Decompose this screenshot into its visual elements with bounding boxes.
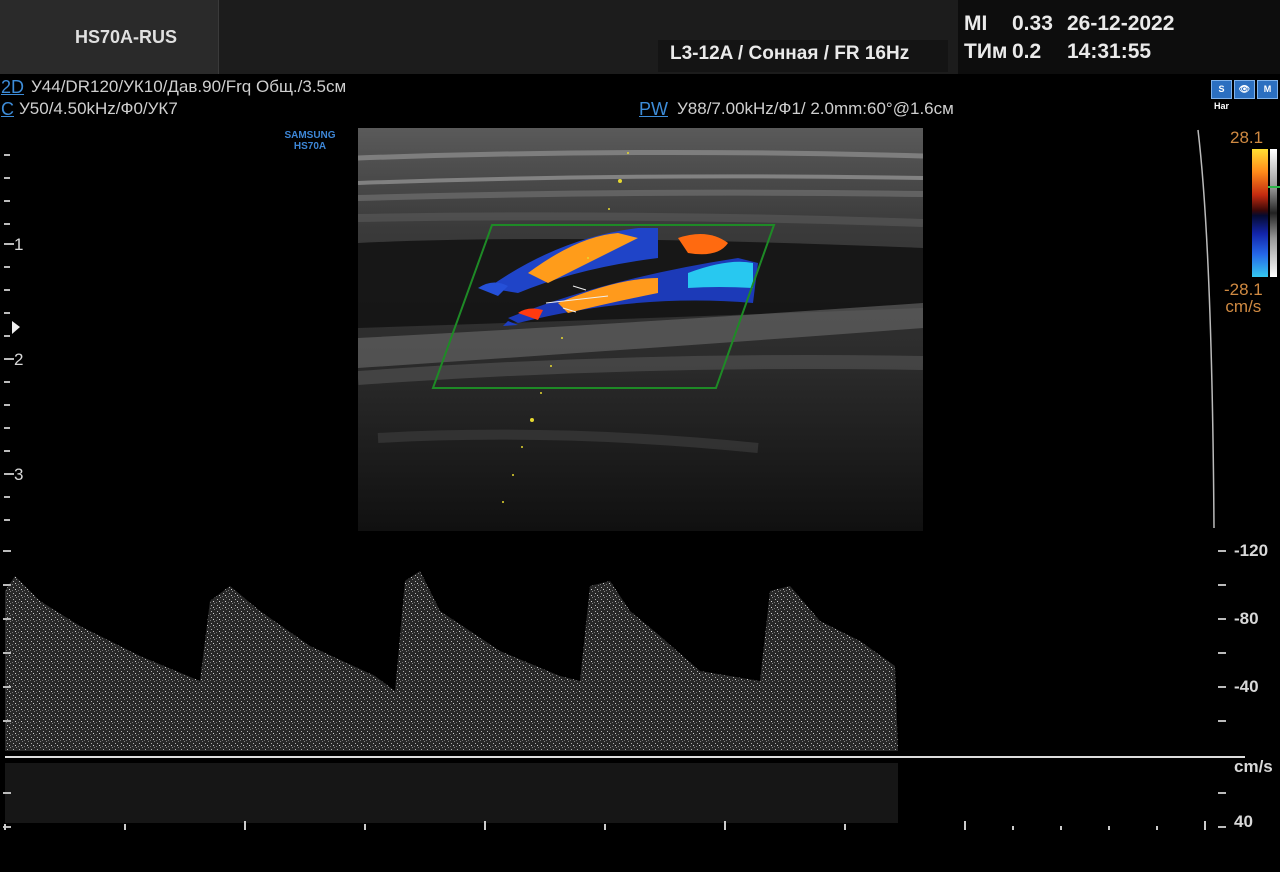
mode-color-tab[interactable]: C	[1, 99, 14, 120]
samsung-logo: SAMSUNG HS70A	[280, 130, 340, 152]
color-scale-max: 28.1	[1230, 128, 1264, 147]
brand-label: HS70A-RUS	[75, 27, 178, 47]
params-2d: У44/DR120/УК10/Дав.90/Frq Общ./3.5см	[31, 77, 347, 96]
doppler-scale-40: -40	[1234, 677, 1259, 696]
doppler-scale-pos40: 40	[1234, 812, 1253, 831]
doppler-waveform	[5, 571, 898, 751]
params-pw: У88/7.00kHz/Ф1/ 2.0mm:60°@1.6см	[677, 99, 954, 118]
doppler-spectrum[interactable]	[0, 531, 1280, 841]
brand-panel: HS70A-RUS	[0, 0, 218, 74]
logo-line1: SAMSUNG	[284, 130, 336, 141]
bmode-image	[358, 128, 923, 531]
probe-preset[interactable]: L3-12A / Сонная / FR 16Hz	[658, 40, 948, 72]
color-velocity-bar	[1252, 149, 1268, 277]
exam-time: 14:31:55	[1067, 40, 1152, 63]
mi-label: MI	[964, 12, 988, 35]
ultrasound-image[interactable]	[358, 128, 923, 531]
view-toolbar: S Har 👁 M	[1211, 80, 1278, 111]
depth-label-2: 2	[14, 350, 24, 369]
mi-value: 0.33	[1012, 12, 1053, 35]
depth-label-1: 1	[14, 235, 24, 254]
focus-marker-icon	[12, 321, 20, 334]
exam-date: 26-12-2022	[1067, 12, 1175, 35]
color-scale-unit: cm/s	[1225, 297, 1262, 316]
color-scale-min: -28.1 cm/s	[1224, 281, 1263, 315]
s-har-icon[interactable]: S Har	[1211, 80, 1232, 111]
logo-line2: HS70A	[293, 141, 327, 152]
doppler-unit: cm/s	[1234, 757, 1273, 776]
params-color: У50/4.50kHz/Ф0/УК7	[19, 99, 178, 118]
mode-2d-tab[interactable]: 2D	[1, 77, 24, 98]
mirror-icon[interactable]: M	[1257, 80, 1278, 99]
tgc-curve[interactable]	[1190, 128, 1220, 531]
doppler-scale-80: -80	[1234, 609, 1259, 628]
color-scale-min-value: -28.1	[1224, 280, 1263, 299]
mode-pw-tab[interactable]: PW	[639, 99, 668, 120]
color-map-bar	[1270, 149, 1277, 277]
baseline-marker	[1268, 186, 1280, 188]
doppler-scale-120: -120	[1234, 541, 1269, 560]
ti-label: ТИм	[964, 40, 1008, 63]
eye-icon[interactable]: 👁	[1234, 80, 1255, 99]
ti-value: 0.2	[1012, 40, 1042, 63]
depth-label-3: 3	[14, 465, 24, 484]
